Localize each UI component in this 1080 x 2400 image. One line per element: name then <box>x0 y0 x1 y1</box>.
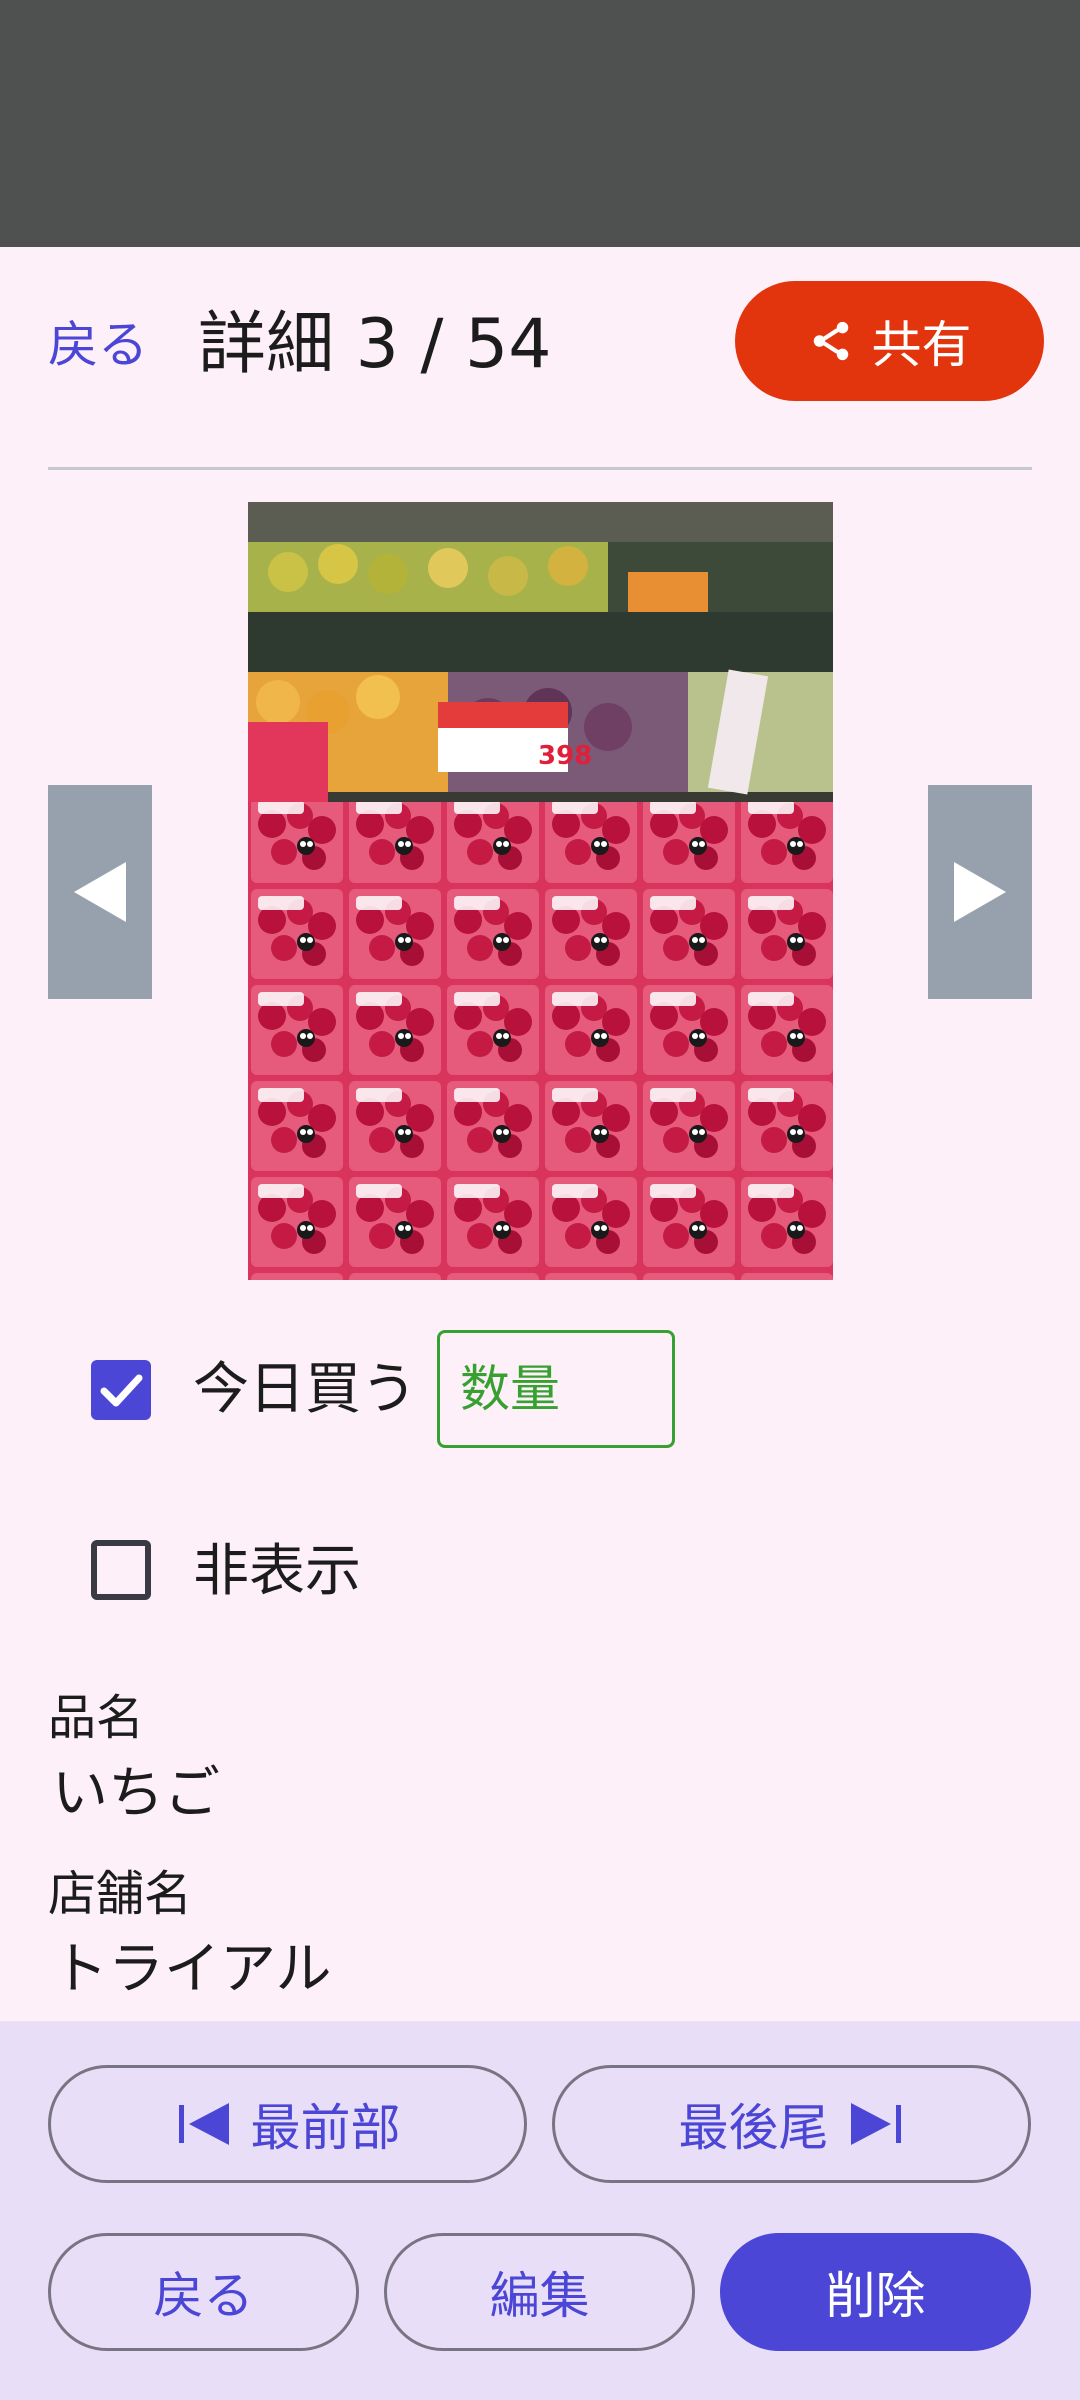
delete-button[interactable]: 削除 <box>720 2233 1031 2351</box>
share-button-label: 共有 <box>871 316 972 374</box>
last-button[interactable]: 最後尾 <box>552 2065 1031 2183</box>
store-name-label: 店舗名 <box>48 1866 193 1922</box>
store-name-value: トライアル <box>52 1937 332 2002</box>
triangle-left-icon <box>74 862 126 922</box>
last-button-label: 最後尾 <box>678 2099 829 2157</box>
buy-today-label: 今日買う <box>193 1357 417 1422</box>
first-button-label: 最前部 <box>250 2099 401 2157</box>
skip-to-first-icon <box>178 2103 229 2145</box>
edit-button[interactable]: 編集 <box>384 2233 695 2351</box>
first-button[interactable]: 最前部 <box>48 2065 527 2183</box>
hide-checkbox[interactable] <box>91 1540 151 1600</box>
header-divider <box>48 467 1032 470</box>
product-name-label: 品名 <box>48 1690 145 1746</box>
triangle-right-icon <box>954 862 1006 922</box>
quantity-input[interactable] <box>437 1330 675 1448</box>
svg-text:398: 398 <box>538 741 592 771</box>
page-title: 詳細 3 / 54 <box>198 305 552 384</box>
product-photo-image: 398 <box>248 502 833 1280</box>
back-button[interactable]: 戻る <box>48 2233 359 2351</box>
checkmark-icon <box>100 1374 143 1407</box>
skip-to-last-icon <box>850 2103 901 2145</box>
product-name-value: いちご <box>52 1761 220 1826</box>
share-button[interactable]: 共有 <box>735 281 1044 401</box>
hide-label: 非表示 <box>193 1539 361 1604</box>
buy-today-checkbox[interactable] <box>91 1360 151 1420</box>
share-icon <box>813 321 848 361</box>
previous-button[interactable] <box>48 785 152 999</box>
product-photo: 398 <box>248 502 833 1280</box>
next-button[interactable] <box>928 785 1032 999</box>
header-back-link[interactable]: 戻る <box>48 310 148 380</box>
